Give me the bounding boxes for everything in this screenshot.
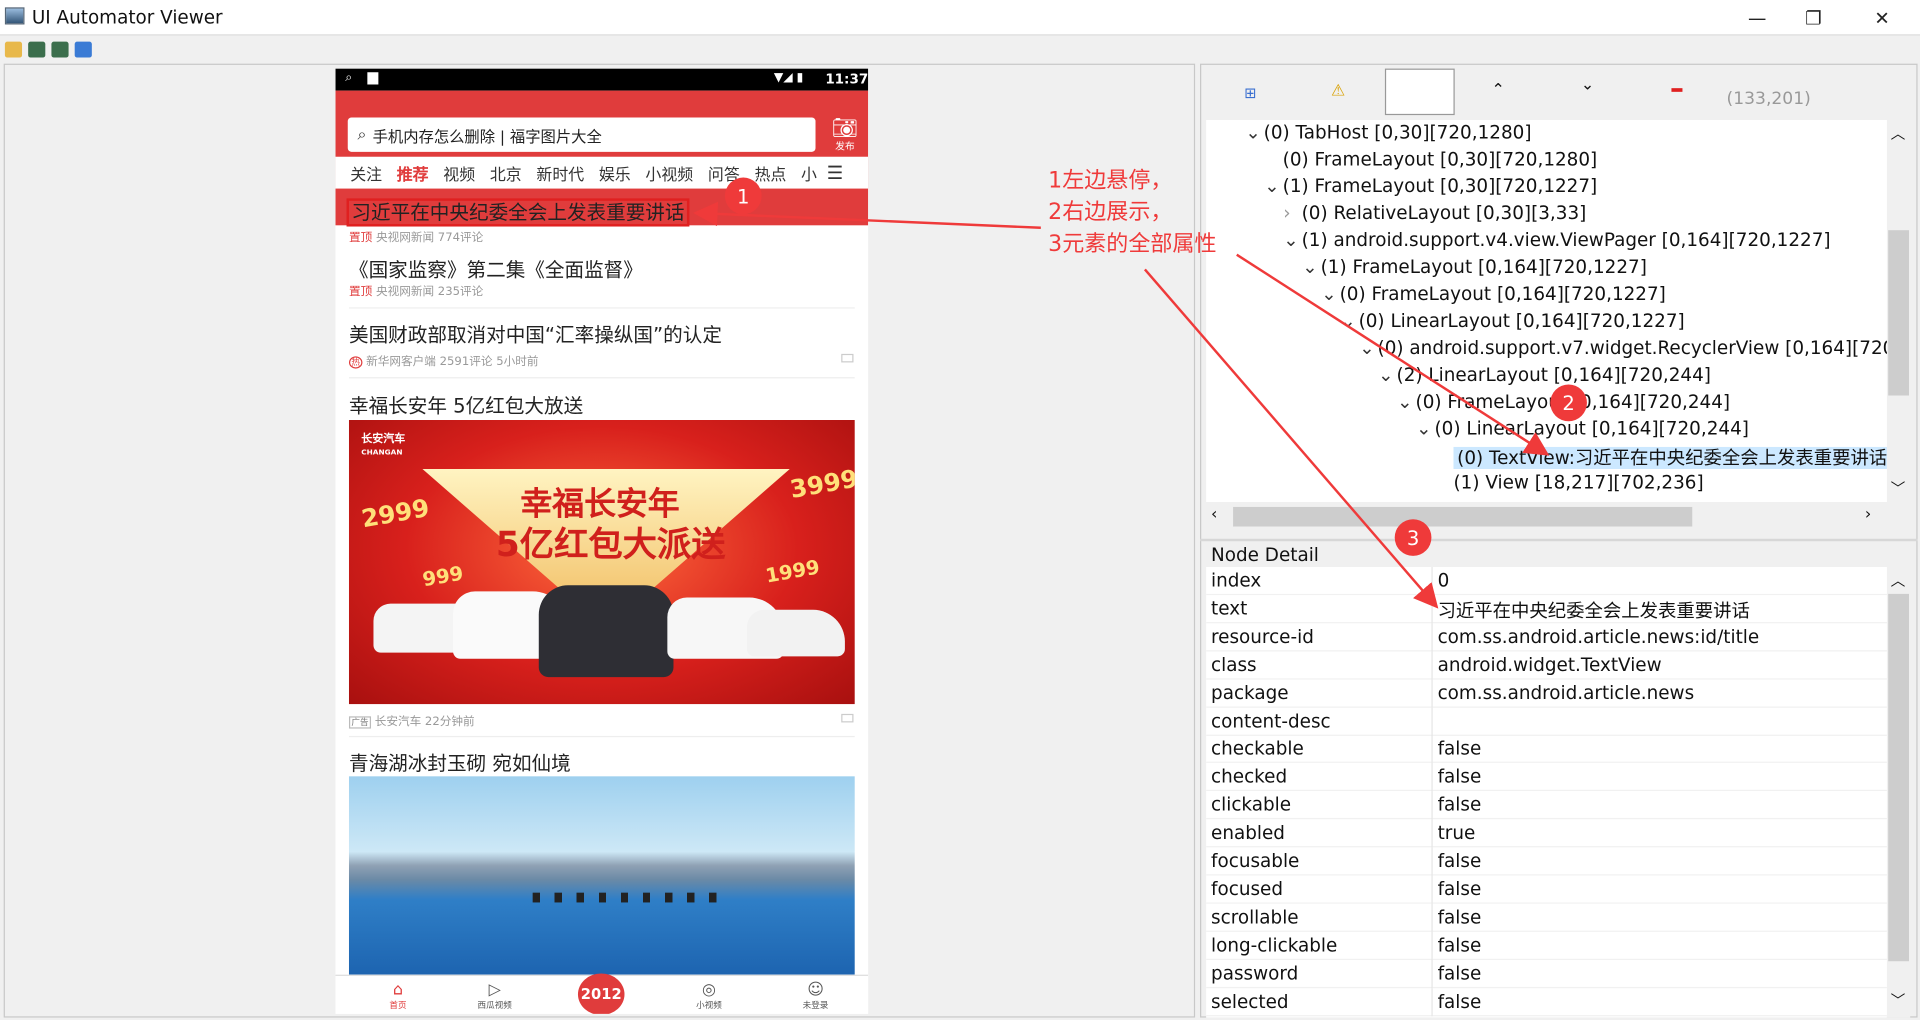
annotation-note: 1左边悬停， 2右边展示， 3元素的全部属性 [1048,167,1217,258]
annotation-badge-1: 1 [724,177,762,215]
annotation-badge-3: 3 [1394,519,1432,556]
arrow-to-node-detail [1143,268,1439,609]
arrow-to-tree-node [1236,253,1550,456]
annotation-arrows [693,201,1550,609]
arrow-to-element [693,201,1041,229]
annotation-badge-2: 2 [1550,384,1587,422]
